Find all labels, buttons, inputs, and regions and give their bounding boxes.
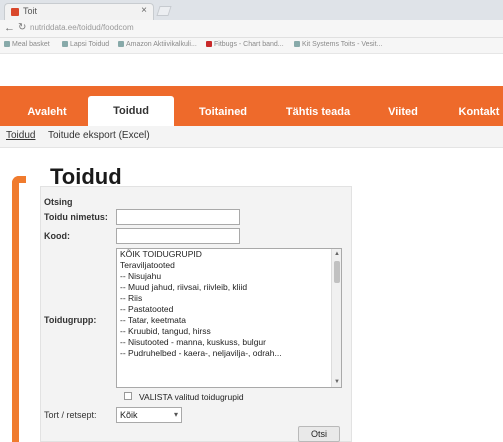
listbox-scrollbar[interactable]: ▲ ▼ — [331, 249, 341, 387]
bookmark-icon — [294, 41, 300, 47]
nav-tab-toitained[interactable]: Toitained — [188, 100, 258, 126]
food-name-input[interactable] — [116, 209, 240, 225]
food-group-option[interactable]: -- Muud jahud, riivsai, riivleib, kliid — [117, 282, 341, 293]
food-group-listbox[interactable]: KÕIK TOIDUGRUPID Teraviljatooted -- Nisu… — [116, 248, 342, 388]
nav-tab-tahtis-teada[interactable]: Tähtis teada — [278, 100, 358, 126]
bookmark-item[interactable]: Amazon Aktiivikalkuli... — [118, 41, 197, 48]
nav-tab-toidud[interactable]: Toidud — [88, 96, 174, 126]
refresh-icon[interactable]: ↻ — [18, 22, 26, 33]
scroll-down-icon[interactable]: ▼ — [333, 378, 341, 386]
food-group-option[interactable]: -- Nisujahu — [117, 271, 341, 282]
food-group-option[interactable]: -- Riis — [117, 293, 341, 304]
sub-nav: Toidud Toitude eksport (Excel) — [0, 126, 503, 148]
new-tab-button[interactable] — [156, 6, 172, 16]
bookmark-item[interactable]: Meal basket — [4, 41, 50, 48]
nav-tab-viited[interactable]: Viited — [378, 100, 428, 126]
code-label: Kood: — [44, 231, 70, 241]
bookmark-icon — [4, 41, 10, 47]
nav-tab-avaleht[interactable]: Avaleht — [22, 100, 72, 126]
site-nav: Avaleht Toidud Toitained Tähtis teada Vi… — [0, 86, 503, 126]
bookmark-icon — [62, 41, 68, 47]
address-bar: ← ↻ nutriddata.ee/toidud/foodcom — [0, 20, 503, 38]
scroll-up-icon[interactable]: ▲ — [333, 250, 341, 258]
back-arrow-icon[interactable]: ← — [4, 22, 15, 34]
bookmark-icon — [118, 41, 124, 47]
exclude-groups-checkbox[interactable] — [124, 392, 132, 400]
bookmark-item[interactable]: Lapsi Toidud — [62, 41, 109, 48]
food-group-option[interactable]: -- Kruubid, tangud, hirss — [117, 326, 341, 337]
browser-tab-title: Toit — [23, 6, 38, 16]
food-name-label: Toidu nimetus: — [44, 212, 108, 222]
sort-label: Tort / retsept: — [44, 410, 97, 420]
subnav-link-toidud[interactable]: Toidud — [6, 130, 35, 141]
browser-tab-strip: Toit × — [0, 0, 503, 20]
food-group-label: Toidugrupp: — [44, 315, 97, 325]
search-button[interactable]: Otsi — [298, 426, 340, 442]
bookmark-item[interactable]: Fitbugs - Chart band... — [206, 41, 284, 48]
search-heading: Otsing — [44, 197, 73, 207]
url-field[interactable]: nutriddata.ee/toidud/foodcom — [30, 23, 134, 32]
food-group-option[interactable]: -- Pudruhelbed - kaera-, neljavilja-, od… — [117, 348, 341, 359]
food-group-option[interactable]: -- Nisutooted - manna, kuskuss, bulgur — [117, 337, 341, 348]
code-input[interactable] — [116, 228, 240, 244]
sort-select[interactable]: Kõik ▾ — [116, 407, 182, 423]
browser-tab[interactable]: Toit × — [4, 3, 154, 20]
food-group-option[interactable]: Teraviljatooted — [117, 260, 341, 271]
chevron-down-icon: ▾ — [173, 410, 178, 419]
bookmark-item[interactable]: Kit Systems Toits - Vesit... — [294, 41, 382, 48]
tab-close-icon[interactable]: × — [141, 5, 147, 16]
bookmark-icon — [206, 41, 212, 47]
food-group-option[interactable]: KÕIK TOIDUGRUPID — [117, 249, 341, 260]
accent-bar — [12, 176, 19, 442]
subnav-link-eksport[interactable]: Toitude eksport (Excel) — [48, 130, 150, 141]
bookmarks-bar: Meal basket Lapsi Toidud Amazon Aktiivik… — [0, 38, 503, 54]
scrollbar-thumb[interactable] — [334, 261, 340, 283]
food-group-option[interactable]: -- Pastatooted — [117, 304, 341, 315]
sort-select-value: Kõik — [120, 410, 138, 420]
accent-cap — [12, 176, 26, 183]
favicon-icon — [11, 8, 19, 16]
nav-tab-kontakt[interactable]: Kontakt — [454, 100, 503, 126]
food-group-option[interactable]: -- Tatar, keetmata — [117, 315, 341, 326]
exclude-groups-label: VALISTA valitud toidugrupid — [139, 392, 244, 402]
